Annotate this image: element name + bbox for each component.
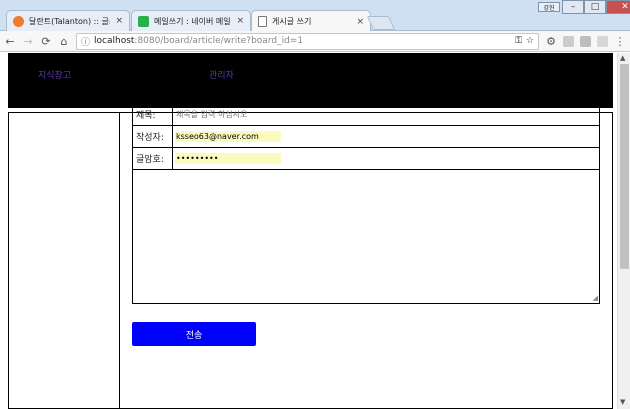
scroll-up-icon[interactable]: ▲ [620, 54, 625, 62]
password-label: 글암호: [133, 148, 173, 169]
naver-mail-favicon-icon [138, 15, 149, 27]
extension-gear-icon[interactable]: ⚙ [545, 35, 557, 48]
back-arrow-icon[interactable]: ← [4, 35, 16, 48]
url-path: :8080/board/article/write?board_id=1 [134, 36, 304, 46]
new-tab-button[interactable] [366, 16, 396, 30]
talanton-favicon-icon [13, 15, 24, 27]
extension-box-icon[interactable] [580, 35, 591, 47]
maximize-button[interactable]: □ [584, 0, 606, 14]
body-field-wrapper: ◢ [132, 169, 600, 304]
address-bar[interactable]: ⓘ localhost:8080/board/article/write?boa… [76, 32, 539, 50]
tab-talanton[interactable]: 달란트(Talanton) :: 글쓰 × [6, 10, 130, 31]
author-row: 작성자: [132, 125, 600, 147]
body-textarea[interactable] [133, 170, 599, 303]
author-input[interactable] [175, 131, 281, 142]
home-icon[interactable]: ⌂ [58, 35, 70, 48]
url-host: localhost [94, 36, 135, 46]
window-controls: – □ ✕ [562, 0, 630, 15]
bookmark-star-icon[interactable]: ☆ [526, 36, 534, 46]
minimize-button[interactable]: – [562, 0, 584, 14]
page-title: 게시글 작성 [132, 76, 207, 94]
forward-arrow-icon[interactable]: → [22, 35, 34, 48]
page-scrollbar[interactable]: ▲ ▼ [617, 53, 630, 409]
author-label: 작성자: [133, 126, 173, 147]
title-label: 제목: [133, 104, 173, 125]
title-row: 제목: [132, 103, 600, 125]
reload-icon[interactable]: ⟳ [40, 35, 52, 48]
scroll-thumb[interactable] [620, 64, 629, 269]
tab-close-icon[interactable]: × [236, 16, 244, 26]
browser-menu-icon[interactable]: ⋮ [614, 35, 626, 48]
left-sidebar [8, 112, 119, 409]
profile-badge[interactable]: 강헌 [538, 2, 560, 12]
tab-close-icon[interactable]: × [356, 17, 364, 27]
nav-link-brand[interactable]: 지식창고 [38, 68, 71, 81]
password-input[interactable] [175, 153, 281, 164]
tab-close-icon[interactable]: × [115, 16, 123, 26]
browser-titlebar: 달란트(Talanton) :: 글쓰 × 메일쓰기 : 네이버 메일 × 게시… [0, 0, 630, 32]
extension-puzzle-icon[interactable] [563, 35, 574, 47]
browser-toolbar: ← → ⟳ ⌂ ⓘ localhost:8080/board/article/w… [0, 31, 630, 52]
tab-label: 메일쓰기 : 네이버 메일 [154, 16, 231, 26]
submit-button[interactable]: 전송 [132, 322, 256, 346]
title-input[interactable] [175, 109, 375, 120]
password-row: 글암호: [132, 147, 600, 169]
write-post-form: 제목: 작성자: 글암호: ◢ [132, 103, 600, 304]
key-icon[interactable]: ⚿ [515, 36, 522, 46]
resize-grip-icon[interactable]: ◢ [593, 294, 598, 302]
document-favicon-icon [258, 16, 267, 27]
scroll-down-icon[interactable]: ▼ [620, 398, 625, 406]
info-icon[interactable]: ⓘ [81, 35, 90, 48]
tab-naver-mail[interactable]: 메일쓰기 : 네이버 메일 × [131, 10, 251, 31]
tab-label: 게시글 쓰기 [272, 17, 312, 26]
tab-label: 달란트(Talanton) :: 글쓰 [29, 16, 111, 26]
extension-square-icon[interactable] [597, 35, 608, 47]
nav-link-admin[interactable]: 관리자 [209, 68, 234, 81]
tab-write-post[interactable]: 게시글 쓰기 × [251, 10, 371, 32]
site-header: 지식창고 관리자 [8, 53, 613, 108]
close-window-button[interactable]: ✕ [606, 0, 630, 14]
